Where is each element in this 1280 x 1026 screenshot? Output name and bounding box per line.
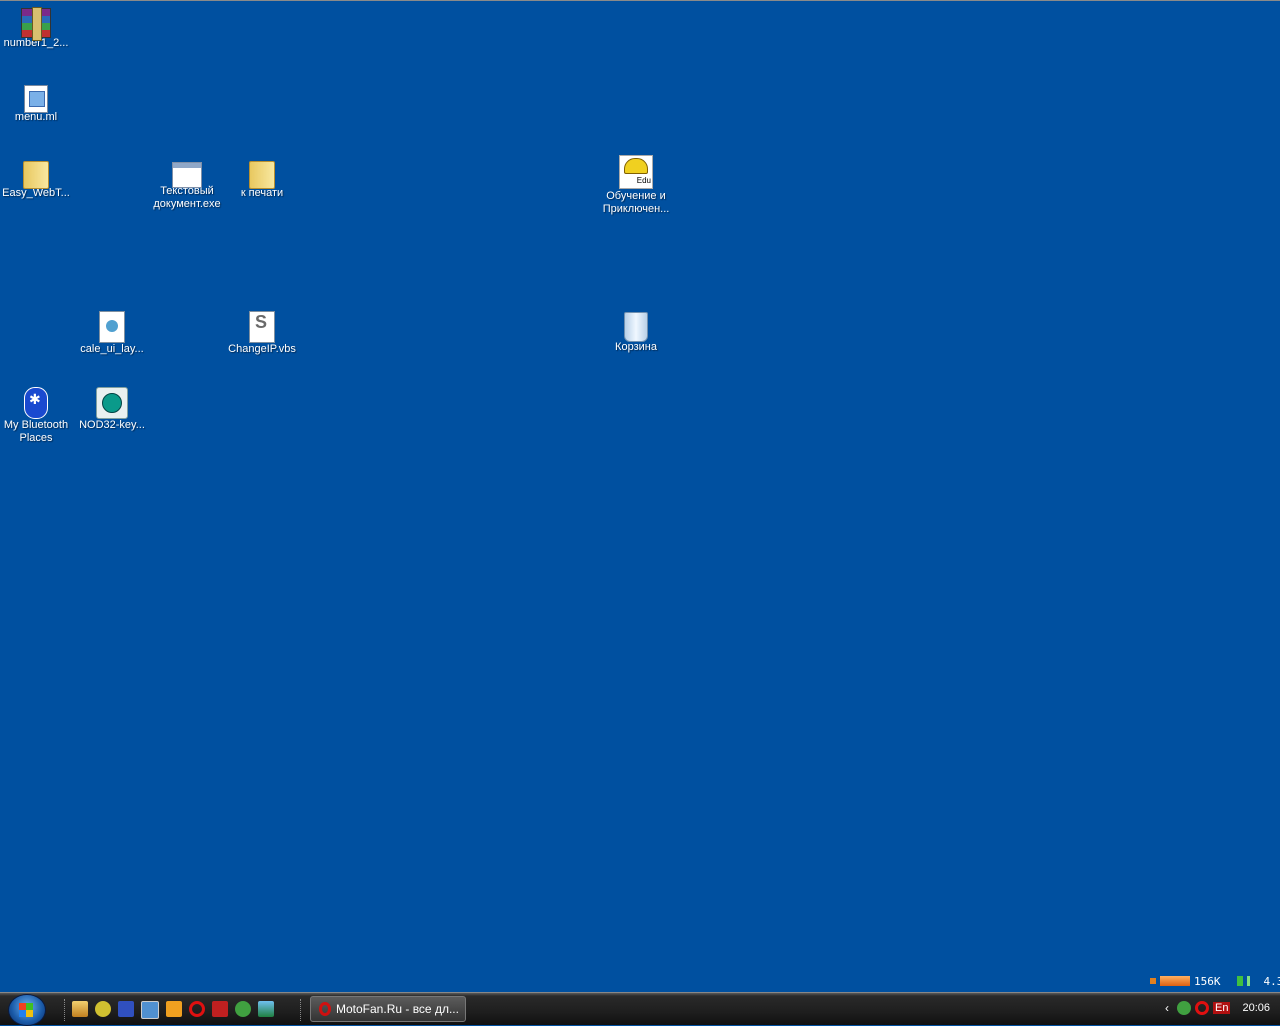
- desktop-icon-menu-ml[interactable]: menu.ml: [0, 81, 74, 124]
- game-shortcut-icon: [619, 155, 653, 189]
- save-icon[interactable]: [118, 1001, 134, 1017]
- download-rate: 156K: [1194, 975, 1221, 988]
- taskbar-window-motofan[interactable]: MotoFan.Ru - все дл...: [310, 996, 466, 1022]
- web-page-icon: [99, 311, 125, 343]
- toolbar-grip[interactable]: [300, 999, 304, 1021]
- desktop-icon-label: Корзина: [598, 341, 674, 354]
- nod32-icon: [96, 387, 128, 419]
- upload-bar: [1247, 976, 1250, 986]
- desktop-icon-recycle-bin[interactable]: Корзина: [598, 309, 674, 354]
- toolbar-grip[interactable]: [64, 999, 68, 1021]
- screen-top-border: [0, 0, 1280, 1]
- utorrent-tray-icon[interactable]: [1177, 1001, 1191, 1015]
- recycle-bin-icon: [624, 312, 648, 342]
- desktop-icon-label: My Bluetooth Places: [0, 419, 74, 445]
- desktop-icon-label: cale_ui_lay...: [74, 343, 150, 356]
- desktop-icon-easy-webt[interactable]: Easy_WebT...: [0, 157, 74, 200]
- image-viewer-icon[interactable]: [258, 1001, 274, 1017]
- utorrent-icon[interactable]: [235, 1001, 251, 1017]
- desktop-icon-text-document[interactable]: Текстовый документ.exe: [149, 157, 225, 211]
- download-indicator-icon: [1150, 978, 1156, 984]
- desktop-icon-obuchenie[interactable]: Обучение и Приключен...: [598, 154, 674, 216]
- bluetooth-icon: [24, 387, 48, 419]
- opera-icon[interactable]: [189, 1001, 205, 1017]
- desktop-icon-bluetooth[interactable]: My Bluetooth Places: [0, 385, 74, 445]
- windows-start-icon: [19, 1003, 33, 1017]
- folder-icon: [23, 161, 49, 189]
- network-icon[interactable]: [95, 1001, 111, 1017]
- desktop-icon-label: ChangeIP.vbs: [224, 343, 300, 356]
- desktop: number1_2... menu.ml Easy_WebT... Тексто…: [0, 0, 1280, 992]
- quick-launch-bar: [72, 1001, 274, 1019]
- language-indicator[interactable]: En: [1213, 1002, 1230, 1014]
- desktop-icon-label: NOD32-key...: [74, 419, 150, 432]
- folder-icon: [249, 161, 275, 189]
- network-meter: 156K 4.3K: [1150, 974, 1280, 988]
- upload-indicator-icon: [1237, 976, 1243, 986]
- wild-icon[interactable]: [212, 1001, 228, 1017]
- chevron-left-icon[interactable]: ‹: [1165, 1001, 1169, 1015]
- winrar-archive-icon: [21, 8, 51, 38]
- window-app-icon: [172, 162, 202, 188]
- desktop-icon-k-pechati[interactable]: к печати: [224, 157, 300, 200]
- desktop-icon-nod32[interactable]: NOD32-key...: [74, 385, 150, 432]
- desktop-icon-number1[interactable]: number1_2...: [0, 5, 74, 50]
- start-button[interactable]: [8, 994, 46, 1026]
- opera-icon: [319, 1002, 331, 1016]
- opera-tray-icon[interactable]: [1195, 1001, 1209, 1015]
- download-bar: [1160, 976, 1190, 986]
- taskbar: MotoFan.Ru - все дл... ‹ En 20:06: [0, 992, 1280, 1025]
- document-file-icon: [24, 85, 48, 113]
- desktop-icon-label: Обучение и Приключен...: [598, 190, 674, 216]
- desktop-icon-changeip[interactable]: ChangeIP.vbs: [224, 309, 300, 356]
- upload-rate: 4.3K: [1264, 975, 1280, 988]
- system-tray: ‹ En 20:06: [1165, 1001, 1270, 1015]
- show-desktop-icon[interactable]: [72, 1001, 88, 1017]
- script-file-icon: [249, 311, 275, 343]
- media-player-icon[interactable]: [166, 1001, 182, 1017]
- taskbar-window-label: MotoFan.Ru - все дл...: [336, 1002, 459, 1016]
- monitor-icon[interactable]: [141, 1001, 159, 1019]
- clock[interactable]: 20:06: [1242, 1002, 1270, 1014]
- desktop-icon-cale-ui[interactable]: cale_ui_lay...: [74, 309, 150, 356]
- desktop-icon-label: Текстовый документ.exe: [149, 185, 225, 211]
